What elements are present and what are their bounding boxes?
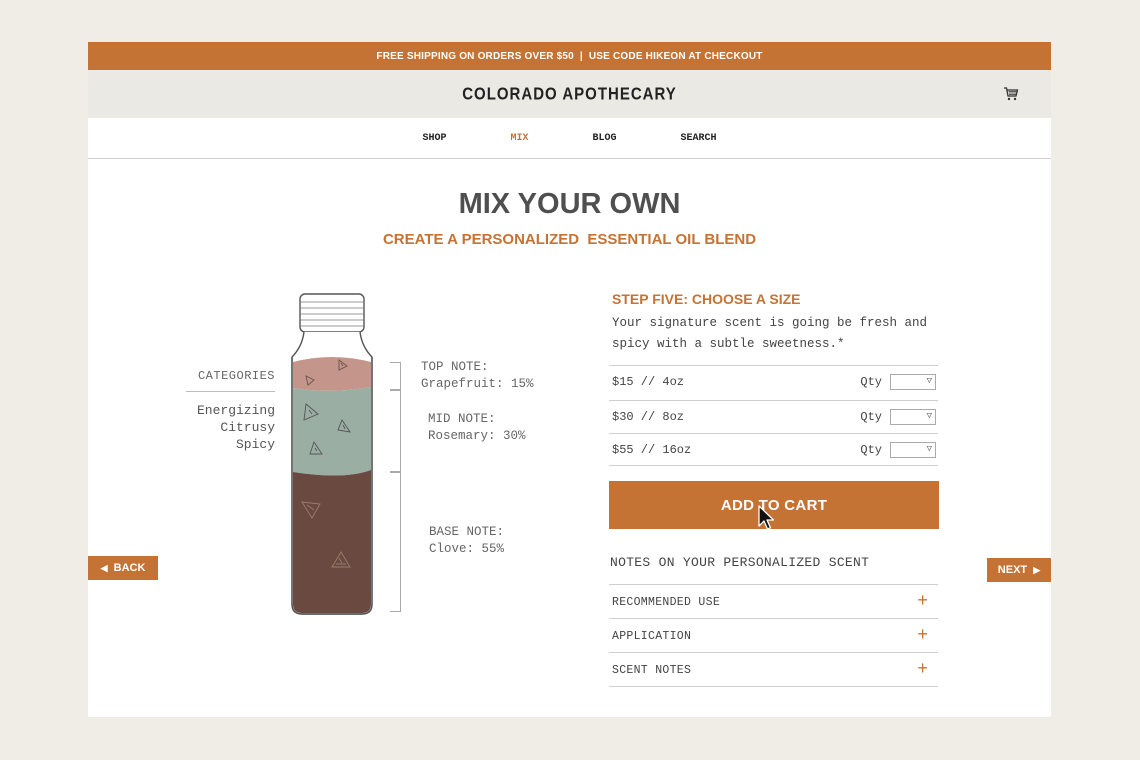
nav-blog[interactable]: BLOG [593,133,617,144]
mid-note-label: MID NOTE: [428,412,496,426]
dropdown-triangle-icon: ▽ [926,411,932,421]
size-option-4oz: $15 // 4oz Qty ▽ [609,365,938,398]
cart-icon[interactable] [1003,86,1019,102]
promo-banner-text: FREE SHIPPING ON ORDERS OVER $50 | USE C… [376,50,763,62]
accordion-scent-notes[interactable]: SCENT NOTES + [609,652,938,687]
back-label: BACK [113,562,146,574]
accordion-application[interactable]: APPLICATION + [609,618,938,653]
promo-banner: FREE SHIPPING ON ORDERS OVER $50 | USE C… [88,42,1051,70]
top-note-bracket [390,362,401,390]
size-rows-divider [609,465,938,466]
main-nav: SHOP MIX BLOG SEARCH [88,118,1051,159]
qty-select-16oz[interactable]: ▽ [890,442,936,458]
accordion-label: APPLICATION [612,629,692,643]
layer-mid [293,387,371,476]
categories-list: Energizing Citrusy Spicy [183,402,275,453]
size-label: $15 // 4oz [612,375,685,389]
page-frame: FREE SHIPPING ON ORDERS OVER $50 | USE C… [88,42,1051,717]
back-button[interactable]: ◀ BACK [88,556,158,580]
category-item: Energizing [196,403,275,418]
site-logo[interactable]: COLORADO APOTHECARY [462,84,677,104]
categories-heading: CATEGORIES [197,369,275,383]
top-note: TOP NOTE: Grapefruit: 15% [421,359,534,393]
mouse-pointer-icon [758,505,775,530]
next-button[interactable]: NEXT ▶ [987,558,1051,582]
base-note: BASE NOTE: Clove: 55% [429,524,504,558]
base-note-value: Clove: 55% [429,542,505,556]
category-item: Citrusy [220,420,275,435]
arrow-right-icon: ▶ [1033,564,1041,575]
category-item: Spicy [235,437,275,452]
size-label: $30 // 8oz [612,410,685,424]
next-label: NEXT [997,564,1028,576]
dropdown-triangle-icon: ▽ [926,376,932,386]
accordion-recommended-use[interactable]: RECOMMENDED USE + [609,584,938,619]
qty-select-4oz[interactable]: ▽ [890,374,936,390]
top-note-label: TOP NOTE: [421,360,489,374]
qty-label: Qty [860,443,882,457]
site-header: COLORADO APOTHECARY [88,70,1051,118]
base-note-bracket [390,472,401,612]
mid-note: MID NOTE: Rosemary: 30% [428,411,526,445]
arrow-left-icon: ◀ [100,562,108,573]
dropdown-triangle-icon: ▽ [926,444,932,454]
base-note-label: BASE NOTE: [429,525,505,539]
mid-note-bracket [390,390,401,472]
page-title: MIX YOUR OWN [458,188,681,220]
plus-icon[interactable]: + [917,593,928,611]
accordion-label: RECOMMENDED USE [612,595,721,609]
mid-note-value: Rosemary: 30% [428,429,526,443]
bottle-illustration [291,293,373,615]
plus-icon[interactable]: + [917,661,928,679]
accordion-divider [609,686,938,687]
top-note-value: Grapefruit: 15% [421,377,534,391]
step-description: Your signature scent is going be fresh a… [612,316,928,351]
page-subtitle: CREATE A PERSONALIZED ESSENTIAL OIL BLEN… [382,231,757,248]
nav-shop[interactable]: SHOP [422,133,446,144]
qty-label: Qty [860,410,882,424]
scent-notes-heading: NOTES ON YOUR PERSONALIZED SCENT [610,555,870,570]
layer-base [293,470,371,613]
nav-search[interactable]: SEARCH [681,133,717,144]
plus-icon[interactable]: + [917,627,928,645]
qty-label: Qty [860,375,882,389]
size-label: $55 // 16oz [612,443,692,457]
layer-top [293,357,371,391]
step-title: STEP FIVE: CHOOSE A SIZE [612,291,801,307]
size-option-8oz: $30 // 8oz Qty ▽ [609,400,938,433]
categories-divider [186,391,275,392]
accordion-label: SCENT NOTES [612,663,692,677]
size-option-16oz: $55 // 16oz Qty ▽ [609,433,938,466]
qty-select-8oz[interactable]: ▽ [890,409,936,425]
nav-mix[interactable]: MIX [510,133,528,144]
